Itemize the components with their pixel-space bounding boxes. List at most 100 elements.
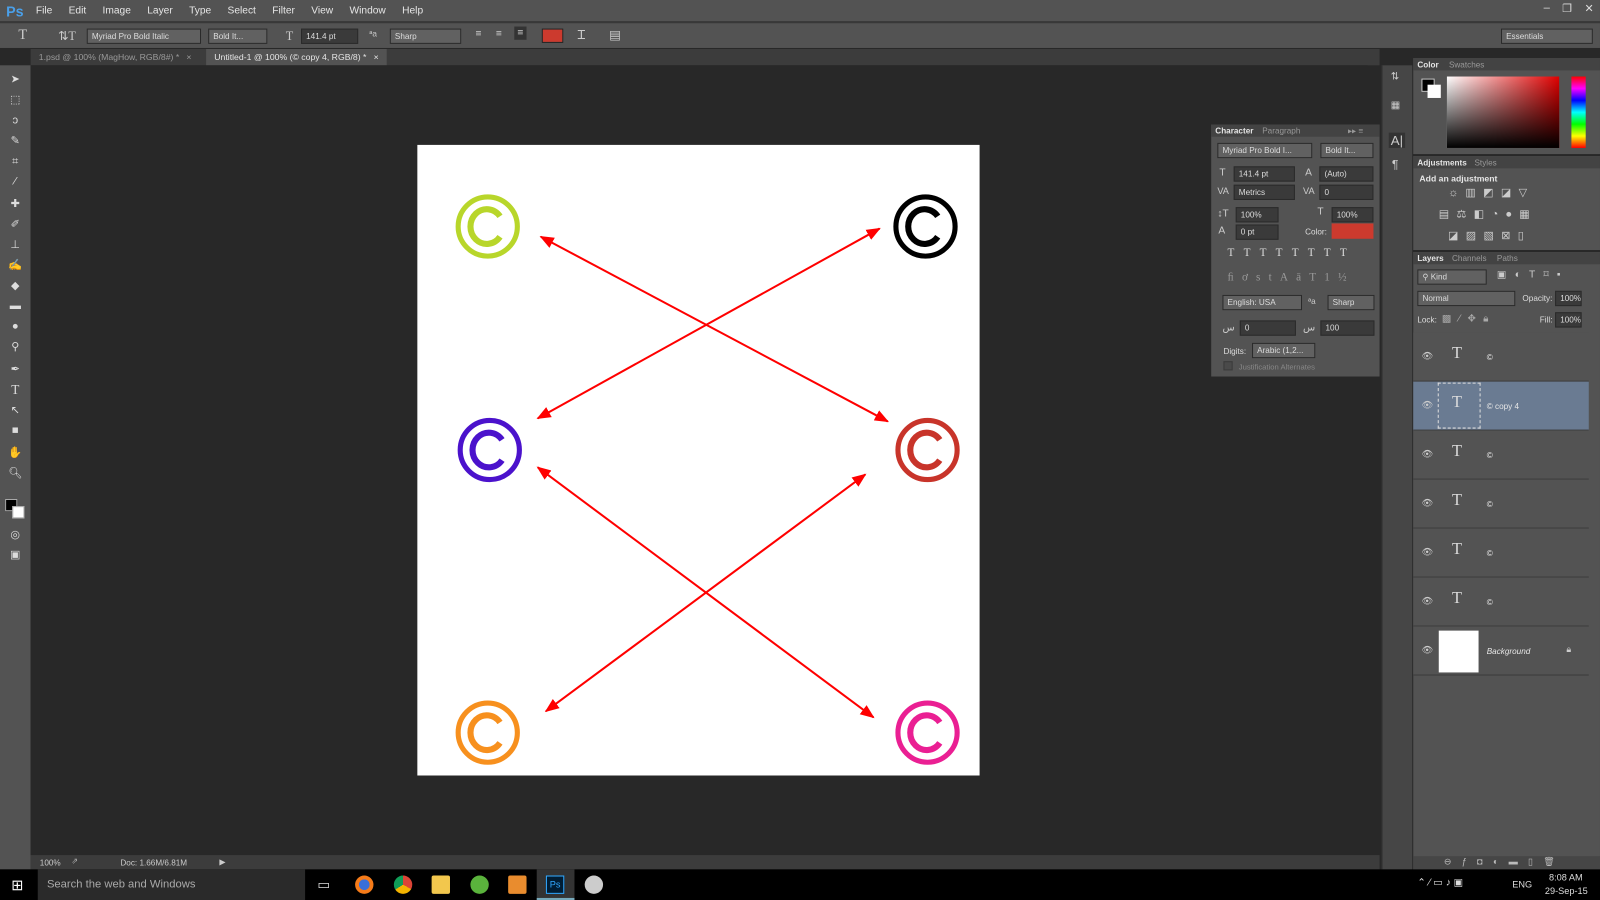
char-leading-input[interactable]: (Auto) — [1319, 166, 1374, 182]
adjustment-icons-row-1[interactable]: ☼▥◩◪▽ — [1448, 186, 1534, 199]
font-size-icon: T — [1219, 167, 1226, 179]
paragraph-icon[interactable]: ¶ — [1392, 157, 1399, 171]
adjustment-icons-row-2[interactable]: ▤⚖◧◔●▦ — [1439, 207, 1537, 220]
opacity-input[interactable]: 100% — [1555, 290, 1582, 307]
properties-icon[interactable]: ▦ — [1391, 100, 1401, 111]
language-indicator[interactable]: ENG — [1512, 880, 1532, 890]
layer-row[interactable]: 👁︎ T © — [1413, 332, 1589, 382]
character-panel: Character Paragraph ▸▸ ≡ Myriad Pro Bold I… — [1211, 124, 1380, 377]
layer-row[interactable]: 👁︎ T © — [1413, 528, 1589, 578]
layer-filter-icons[interactable]: ▣◐T⌑▪ — [1497, 269, 1569, 280]
char-font-style-select[interactable]: Bold It... — [1320, 142, 1374, 159]
visibility-eye-icon[interactable]: 👁︎ — [1421, 351, 1433, 362]
zoom-level[interactable]: 100% — [40, 858, 61, 867]
tracking-icon: VA — [1303, 185, 1315, 196]
char-size-input[interactable]: 141.4 pt — [1233, 166, 1295, 182]
char-color-swatch[interactable] — [1331, 223, 1374, 239]
media-player-icon[interactable] — [508, 875, 527, 894]
char-font-family-select[interactable]: Myriad Pro Bold I... — [1217, 142, 1313, 159]
layers-footer-buttons[interactable]: ⊖ƒ◘◐▬▯🗑︎ — [1413, 856, 1600, 870]
layer-row[interactable]: 👁︎ Background 🔒︎ — [1413, 626, 1589, 676]
task-view-icon[interactable]: ▭ — [317, 877, 330, 893]
text-layer-icon: T — [1452, 491, 1463, 510]
layer-name: © copy 4 — [1486, 402, 1520, 412]
lock-icons[interactable]: ▩⁄✥🔒︎ — [1442, 313, 1496, 324]
color-field[interactable] — [1446, 76, 1560, 148]
char-kerning-select[interactable]: Metrics — [1233, 184, 1295, 200]
photoshop-taskbar-button[interactable]: Ps — [536, 869, 575, 900]
visibility-eye-icon[interactable]: 👁︎ — [1421, 449, 1433, 460]
char-tracking-select[interactable]: 0 — [1319, 184, 1374, 200]
taskbar-search-input[interactable]: Search the web and Windows — [37, 869, 306, 900]
utorrent-icon[interactable] — [470, 875, 489, 894]
tab-paragraph[interactable]: Paragraph — [1262, 127, 1300, 136]
digits-select[interactable]: Arabic (1,2... — [1252, 342, 1316, 359]
visibility-eye-icon[interactable]: 👁︎ — [1421, 400, 1433, 411]
tab-styles[interactable]: Styles — [1474, 158, 1496, 167]
layer-row[interactable]: 👁︎ T © copy 4 — [1413, 381, 1589, 431]
baseline-shift-icon: A — [1218, 225, 1226, 237]
bg-color[interactable] — [1427, 84, 1441, 98]
text-layer-icon: T — [1452, 540, 1463, 559]
layer-row[interactable]: 👁︎ T © — [1413, 577, 1589, 627]
antialias-icon: ªa — [1308, 296, 1316, 307]
vertical-scale-icon: ↕T — [1217, 208, 1229, 220]
copyright-symbol — [895, 700, 960, 765]
windows-start-icon[interactable]: ⊞ — [11, 877, 23, 894]
tray-icons[interactable]: ⌃ ⁄ ▭ ♪ ▣ — [1417, 878, 1463, 889]
copyright-symbol — [455, 700, 520, 765]
lock-icon[interactable]: 🔒︎ — [1566, 644, 1571, 655]
double-arrow — [539, 235, 890, 423]
file-explorer-icon[interactable] — [431, 875, 450, 894]
visibility-eye-icon[interactable]: 👁︎ — [1421, 645, 1433, 656]
tab-swatches[interactable]: Swatches — [1449, 60, 1484, 69]
layer-thumbnail — [1438, 630, 1479, 673]
fill-input[interactable]: 100% — [1555, 312, 1582, 328]
justification-checkbox[interactable] — [1223, 361, 1233, 371]
char-antialias-select[interactable]: Sharp — [1327, 294, 1375, 311]
tab-character[interactable]: Character — [1215, 127, 1253, 136]
chrome-icon[interactable] — [393, 875, 413, 894]
tab-channels[interactable]: Channels — [1452, 254, 1487, 263]
tab-paths[interactable]: Paths — [1497, 254, 1518, 263]
visibility-eye-icon[interactable]: 👁︎ — [1421, 596, 1433, 607]
tab-adjustments[interactable]: Adjustments — [1417, 158, 1466, 167]
char-hscale-input[interactable]: 100% — [1331, 207, 1374, 223]
app-icon[interactable] — [584, 875, 604, 894]
char-baseline-input[interactable]: 0 pt — [1235, 224, 1279, 240]
font-style-buttons[interactable]: TTTTTTTT — [1228, 247, 1356, 259]
history-icon[interactable]: ⇅ — [1391, 71, 1400, 82]
visibility-eye-icon[interactable]: 👁︎ — [1421, 498, 1433, 509]
visibility-eye-icon[interactable]: 👁︎ — [1421, 547, 1433, 558]
language-select[interactable]: English: USA — [1222, 294, 1303, 311]
copyright-symbol — [893, 194, 958, 259]
firefox-icon[interactable] — [355, 875, 374, 894]
opentype-buttons[interactable]: ﬁơstAāT1½ — [1228, 271, 1355, 283]
blend-mode-select[interactable]: Normal — [1417, 290, 1516, 307]
adjustments-panel: Adjustments Styles Add an adjustment ☼▥◩◪… — [1413, 156, 1600, 250]
layer-name: © — [1486, 451, 1493, 461]
layer-row[interactable]: 👁︎ T © — [1413, 430, 1589, 480]
status-menu-arrow-icon[interactable]: ▶ — [219, 857, 225, 866]
clock-date[interactable]: 29-Sep-15 — [1545, 886, 1588, 896]
kashida-input-1[interactable]: 0 — [1239, 320, 1296, 336]
tab-color[interactable]: Color — [1417, 60, 1438, 69]
color-label: Color: — [1305, 227, 1327, 237]
color-panel: Color Swatches — [1413, 58, 1600, 155]
character-icon[interactable]: A| — [1388, 132, 1406, 148]
layer-row[interactable]: 👁︎ T © — [1413, 479, 1589, 529]
char-vscale-input[interactable]: 100% — [1235, 207, 1279, 223]
adjustment-icons-row-3[interactable]: ◪▨▧⊠▯ — [1448, 229, 1531, 242]
layer-name: © — [1486, 499, 1493, 510]
panel-menu-icon[interactable]: ▸▸ ≡ — [1348, 127, 1363, 136]
clock-time[interactable]: 8:08 AM — [1549, 872, 1583, 882]
hue-slider[interactable] — [1571, 76, 1586, 148]
tab-layers[interactable]: Layers — [1417, 254, 1443, 263]
kashida-input-2[interactable]: 100 — [1320, 320, 1375, 336]
status-bar: 100% ⇗ Doc: 1.66M/6.81M ▶ — [30, 855, 1380, 870]
layer-filter-select[interactable]: ⚲ Kind — [1417, 269, 1487, 285]
export-icon[interactable]: ⇗ — [71, 856, 78, 865]
layer-name: Background — [1486, 646, 1531, 657]
text-layer-icon: T — [1452, 344, 1463, 363]
leading-icon: A — [1305, 167, 1312, 179]
